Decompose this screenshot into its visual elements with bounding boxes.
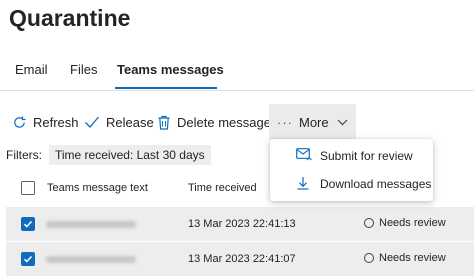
refresh-icon: [12, 115, 27, 130]
download-icon: [270, 176, 320, 193]
status-circle-icon: [364, 218, 374, 228]
refresh-label: Refresh: [33, 114, 79, 130]
select-all-checkbox[interactable]: [21, 181, 35, 195]
page-title: Quarantine: [9, 5, 131, 31]
toolbar: Refresh Release Delete messages ··· More: [0, 104, 474, 140]
status-circle-icon: [364, 253, 374, 263]
ellipsis-icon: ···: [277, 114, 293, 130]
time-received-cell: 13 Mar 2023 22:41:13: [188, 218, 296, 230]
trash-icon: [157, 115, 171, 130]
tab-bar: Email Files Teams messages: [0, 62, 474, 92]
more-label: More: [299, 114, 329, 130]
release-label: Release: [106, 114, 154, 130]
more-dropdown-menu: Submit for review Download messages: [270, 139, 433, 201]
chevron-down-icon: [337, 119, 348, 126]
tabs-divider: [0, 90, 474, 91]
status-label: Needs review: [379, 217, 446, 229]
tab-files[interactable]: Files: [70, 62, 97, 77]
download-messages-label: Download messages: [320, 177, 432, 191]
status-cell: Needs review: [364, 252, 446, 264]
column-header-message-text[interactable]: Teams message text: [47, 182, 148, 194]
filters-bar: Filters: Time received: Last 30 days: [6, 145, 211, 165]
time-received-cell: 13 Mar 2023 22:41:07: [188, 253, 296, 265]
table-row[interactable]: 13 Mar 2023 22:41:07 Needs review: [6, 242, 474, 276]
active-tab-indicator: [115, 87, 217, 89]
more-button[interactable]: ··· More: [269, 104, 356, 140]
filter-chip-time-received[interactable]: Time received: Last 30 days: [49, 145, 211, 165]
delete-messages-button[interactable]: Delete messages: [157, 104, 277, 140]
filters-label: Filters:: [6, 148, 42, 162]
checkmark-icon: [84, 115, 100, 129]
redacted-message-text: [46, 221, 136, 228]
status-label: Needs review: [379, 252, 446, 264]
release-button[interactable]: Release: [84, 104, 154, 140]
tab-teams-messages[interactable]: Teams messages: [117, 62, 224, 77]
submit-for-review-label: Submit for review: [320, 149, 413, 163]
tab-email[interactable]: Email: [15, 62, 48, 77]
menu-item-submit-for-review[interactable]: Submit for review: [270, 142, 433, 170]
submit-mail-icon: [270, 148, 320, 164]
status-cell: Needs review: [364, 217, 446, 229]
row-checkbox[interactable]: [21, 217, 35, 231]
column-header-time-received[interactable]: Time received: [188, 182, 257, 194]
redacted-message-text: [46, 256, 136, 263]
delete-messages-label: Delete messages: [177, 114, 278, 130]
table-row[interactable]: 13 Mar 2023 22:41:13 Needs review: [6, 207, 474, 241]
refresh-button[interactable]: Refresh: [12, 104, 79, 140]
menu-item-download-messages[interactable]: Download messages: [270, 170, 433, 198]
row-checkbox[interactable]: [21, 252, 35, 266]
